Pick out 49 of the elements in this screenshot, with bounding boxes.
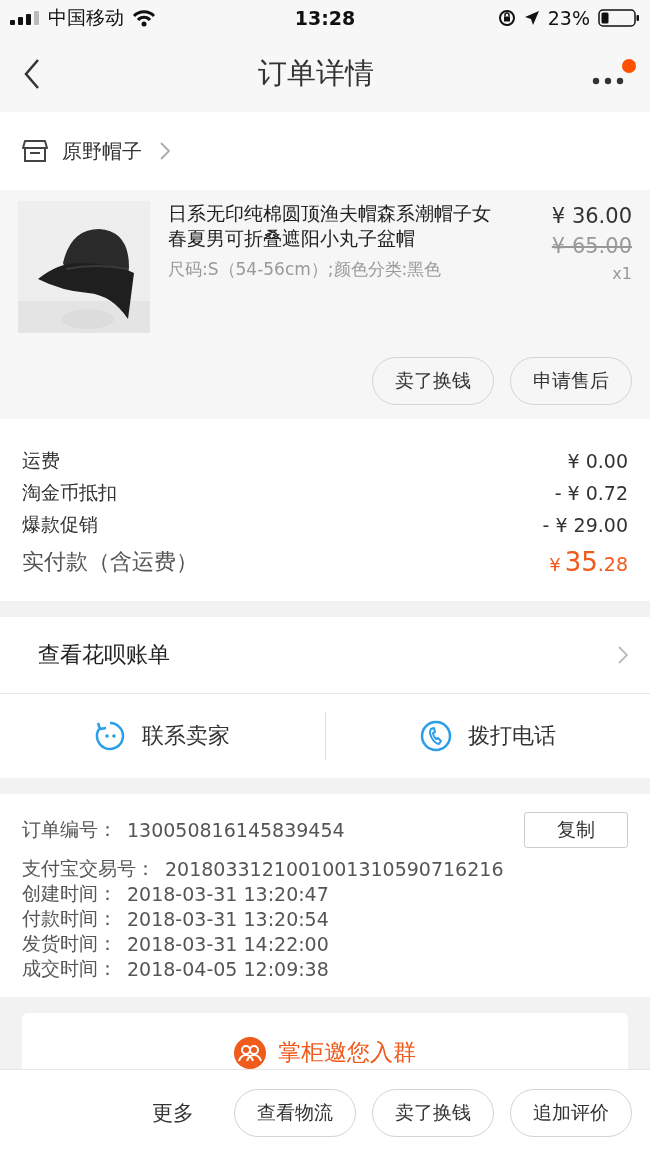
product-title[interactable]: 日系无印纯棉圆顶渔夫帽森系潮帽子女春夏男可折叠遮阳小丸子盆帽 (168, 201, 506, 251)
info-value: 2018-03-31 13:20:47 (127, 882, 329, 905)
page-title: 订单详情 (258, 55, 374, 92)
more-link[interactable]: 更多 (146, 1098, 200, 1128)
fee-amount: - ¥ 0.72 (554, 482, 628, 504)
product-spec: 尺码:S（54-56cm）;颜色分类:黑色 (168, 258, 443, 281)
quantity: x1 (611, 263, 632, 285)
chat-face-icon (94, 720, 127, 752)
total-amount: ¥35.28 (549, 547, 628, 577)
info-value: 130050816145839454 (127, 819, 345, 841)
call-button[interactable]: 拨打电话 (324, 712, 650, 760)
carrier-name: 中国移动 (48, 5, 124, 30)
info-value: 2018-04-05 12:09:38 (127, 957, 329, 980)
original-price: ¥ 65.00 (550, 233, 632, 260)
phone-icon (419, 720, 452, 752)
info-value: 2018-03-31 14:22:00 (127, 932, 329, 955)
battery-icon (598, 9, 640, 27)
list-row[interactable]: 查看花呗账单 (0, 617, 650, 694)
fee-amount: ¥ 0.00 (567, 450, 628, 472)
battery-percent: 23% (547, 7, 590, 29)
invite-label: 掌柜邀您入群 (278, 1038, 416, 1067)
info-label: 订单编号： (22, 817, 117, 842)
clock-time: 13:28 (294, 7, 356, 29)
info-label: 成交时间： (22, 955, 117, 981)
info-label: 支付宝交易号： (22, 855, 155, 881)
chat-button[interactable]: 联系卖家 (0, 712, 325, 760)
shop-link[interactable]: 原野帽子 (62, 137, 142, 165)
info-value: 2018-03-31 13:20:54 (127, 907, 329, 930)
info-label: 付款时间： (22, 905, 117, 931)
info-label: 发货时间： (22, 930, 117, 956)
wifi-icon (132, 9, 156, 27)
signal-icon (10, 11, 40, 25)
copy-button[interactable]: 复制 (524, 812, 628, 848)
fee-amount: - ¥ 29.00 (542, 514, 628, 536)
fee-label: 运费 (22, 448, 60, 473)
info-value: 2018033121001001310590716216 (165, 857, 504, 880)
chevron-right-icon (618, 646, 628, 664)
rotation-lock-icon (497, 9, 516, 27)
info-label: 创建时间： (22, 880, 117, 906)
chevron-right-icon (160, 142, 170, 160)
product-price: ¥ 36.00 (550, 203, 632, 230)
bill-link: 查看花呗账单 (38, 641, 170, 669)
fee-label: 淘金币抵扣 (22, 480, 117, 505)
more-icon (592, 77, 624, 85)
back-icon (24, 59, 40, 89)
store-icon (22, 139, 48, 163)
fee-label: 爆款促销 (22, 512, 98, 537)
location-arrow-icon (523, 10, 540, 26)
total-label: 实付款（含运费） (22, 548, 198, 576)
